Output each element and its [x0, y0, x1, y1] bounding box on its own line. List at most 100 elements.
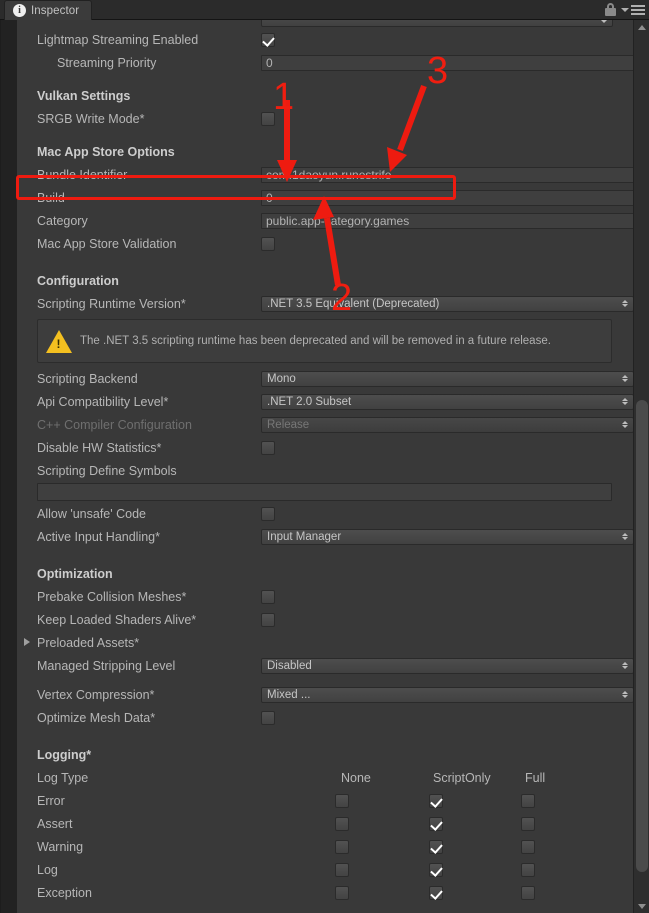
section-title-optimization: Optimization [37, 566, 113, 581]
label-disable-hw-statistics: Disable HW Statistics* [37, 440, 162, 455]
checkbox-error-full[interactable] [521, 793, 535, 808]
label-streaming-priority: Streaming Priority [57, 55, 157, 70]
row-build[interactable]: Build 0 [17, 186, 634, 209]
label-lightmap-streaming-enabled: Lightmap Streaming Enabled [37, 32, 199, 47]
info-icon: i [13, 4, 26, 17]
scrollbar-thumb[interactable] [636, 400, 648, 872]
input-build[interactable]: 0 [261, 189, 634, 206]
checkbox-lightmap-streaming-enabled[interactable] [261, 32, 275, 47]
label-log-assert: Assert [37, 816, 73, 831]
row-lightmap-streaming-enabled[interactable]: Lightmap Streaming Enabled [17, 28, 634, 51]
dropdown-active-input-handling[interactable]: Input Manager [261, 528, 634, 545]
dropdown-managed-stripping-level[interactable]: Disabled [261, 657, 634, 674]
checkbox-error-scriptonly[interactable] [429, 793, 443, 808]
dropdown-vertex-compression-value: Mixed ... [267, 688, 311, 701]
label-managed-stripping-level: Managed Stripping Level [37, 658, 176, 673]
dropdown-scripting-runtime-version-value: .NET 3.5 Equivalent (Deprecated) [267, 297, 440, 310]
checkbox-prebake-collision-meshes[interactable] [261, 589, 275, 604]
section-title-mac-app-store-options: Mac App Store Options [37, 144, 175, 159]
checkbox-mac-app-store-validation[interactable] [261, 236, 275, 251]
row-scripting-define-symbols-input[interactable] [17, 482, 634, 502]
checkbox-exception-full[interactable] [521, 885, 535, 900]
tab-inspector[interactable]: i Inspector [4, 0, 93, 20]
checkbox-warning-none[interactable] [335, 839, 349, 854]
label-scripting-runtime-version: Scripting Runtime Version* [37, 296, 186, 311]
dropdown-api-compatibility-level[interactable]: .NET 2.0 Subset [261, 393, 634, 410]
checkbox-warning-scriptonly[interactable] [429, 839, 443, 854]
label-build: Build [37, 190, 65, 205]
checkbox-srgb-write-mode[interactable] [261, 111, 275, 126]
checkbox-warning-full[interactable] [521, 839, 535, 854]
checkbox-allow-unsafe-code[interactable] [261, 506, 275, 521]
checkbox-error-none[interactable] [335, 793, 349, 808]
row-scripting-define-symbols-label: Scripting Define Symbols [17, 459, 634, 482]
label-vertex-compression: Vertex Compression* [37, 687, 155, 702]
hamburger-menu-icon[interactable] [621, 5, 645, 15]
row-allow-unsafe-code[interactable]: Allow 'unsafe' Code [17, 502, 634, 525]
section-optimization: Optimization [17, 562, 634, 585]
row-mac-app-store-validation[interactable]: Mac App Store Validation [17, 232, 634, 255]
row-vertex-compression[interactable]: Vertex Compression* Mixed ... [17, 683, 634, 706]
row-preloaded-assets[interactable]: Preloaded Assets* [17, 631, 634, 654]
label-api-compatibility-level: Api Compatibility Level* [37, 394, 169, 409]
checkbox-assert-none[interactable] [335, 816, 349, 831]
row-scripting-runtime-version[interactable]: Scripting Runtime Version* .NET 3.5 Equi… [17, 292, 634, 315]
checkbox-exception-none[interactable] [335, 885, 349, 900]
dropdown-vertex-compression[interactable]: Mixed ... [261, 686, 634, 703]
checkbox-keep-loaded-shaders-alive[interactable] [261, 612, 275, 627]
tabbar-actions [604, 2, 645, 18]
row-api-compatibility-level[interactable]: Api Compatibility Level* .NET 2.0 Subset [17, 390, 634, 413]
checkbox-log-full[interactable] [521, 862, 535, 877]
checkbox-log-none[interactable] [335, 862, 349, 877]
dropdown-cpp-compiler-configuration-value: Release [267, 418, 310, 431]
chevron-updown-icon [622, 662, 630, 669]
column-header-full: Full [525, 770, 546, 785]
logging-row-exception: Exception [17, 881, 634, 904]
row-prebake-collision-meshes[interactable]: Prebake Collision Meshes* [17, 585, 634, 608]
checkbox-assert-full[interactable] [521, 816, 535, 831]
row-bundle-identifier[interactable]: Bundle Identifier com.1daoyun.runestrife [17, 163, 634, 186]
scroll-down-button[interactable] [634, 899, 649, 913]
input-scripting-define-symbols[interactable] [37, 483, 612, 501]
chevron-right-icon[interactable] [24, 638, 30, 646]
chevron-updown-icon [622, 691, 630, 698]
checkbox-assert-scriptonly[interactable] [429, 816, 443, 831]
label-log-log: Log [37, 862, 58, 877]
label-preloaded-assets: Preloaded Assets* [37, 635, 140, 650]
logging-table-header: Log Type None ScriptOnly Full [17, 766, 634, 789]
row-active-input-handling[interactable]: Active Input Handling* Input Manager [17, 525, 634, 548]
row-srgb-write-mode[interactable]: SRGB Write Mode* [17, 107, 634, 130]
section-title-configuration: Configuration [37, 273, 119, 288]
inspector-window: i Inspector Lightmap Streaming Enabled S… [0, 0, 649, 913]
dropdown-scripting-backend-value: Mono [267, 372, 296, 385]
row-streaming-priority[interactable]: Streaming Priority 0 [17, 51, 634, 74]
lock-icon[interactable] [604, 3, 617, 17]
logging-row-assert: Assert [17, 812, 634, 835]
checkbox-optimize-mesh-data[interactable] [261, 710, 275, 725]
row-disable-hw-statistics[interactable]: Disable HW Statistics* [17, 436, 634, 459]
tab-inspector-label: Inspector [31, 4, 80, 17]
checkbox-log-scriptonly[interactable] [429, 862, 443, 877]
row-scripting-backend[interactable]: Scripting Backend Mono [17, 367, 634, 390]
dropdown-active-input-handling-value: Input Manager [267, 530, 342, 543]
label-optimize-mesh-data: Optimize Mesh Data* [37, 710, 156, 725]
clipped-popup[interactable] [261, 20, 613, 27]
input-category[interactable]: public.app-category.games [261, 212, 634, 229]
checkbox-exception-scriptonly[interactable] [429, 885, 443, 900]
dropdown-scripting-backend[interactable]: Mono [261, 370, 634, 387]
section-title-vulkan-settings: Vulkan Settings [37, 88, 131, 103]
input-streaming-priority[interactable]: 0 [261, 54, 634, 71]
checkbox-disable-hw-statistics[interactable] [261, 440, 275, 455]
scroll-up-button[interactable] [634, 20, 649, 34]
section-logging: Logging* [17, 743, 634, 766]
row-category[interactable]: Category public.app-category.games [17, 209, 634, 232]
vertical-scrollbar[interactable] [633, 20, 649, 913]
triangle-down-icon [638, 903, 646, 909]
input-bundle-identifier[interactable]: com.1daoyun.runestrife [261, 166, 634, 183]
row-optimize-mesh-data[interactable]: Optimize Mesh Data* [17, 706, 634, 729]
row-keep-loaded-shaders-alive[interactable]: Keep Loaded Shaders Alive* [17, 608, 634, 631]
row-managed-stripping-level[interactable]: Managed Stripping Level Disabled [17, 654, 634, 677]
dropdown-scripting-runtime-version[interactable]: .NET 3.5 Equivalent (Deprecated) [261, 295, 634, 312]
